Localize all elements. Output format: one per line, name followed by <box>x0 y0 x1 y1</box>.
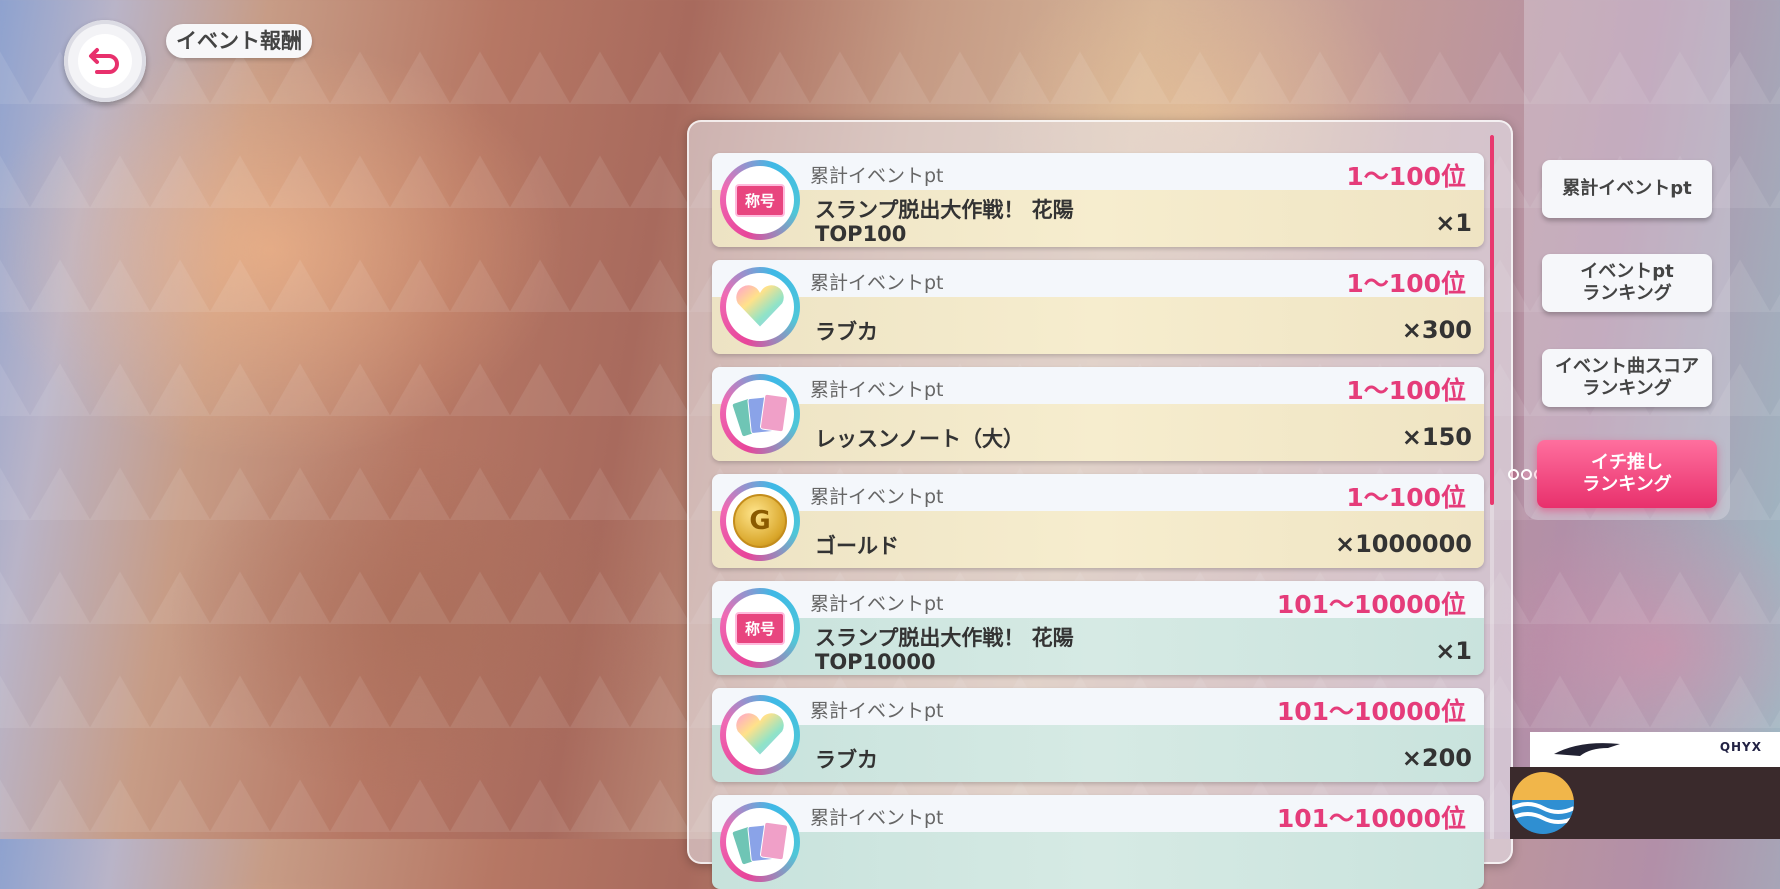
reward-rank-range: 1～100位 <box>1346 376 1466 405</box>
reward-row[interactable]: 称号 累計イベントpt 101～10000位 スランプ脱出大作戦！ 花陽 TOP1… <box>712 581 1484 675</box>
reward-row[interactable]: 累計イベントpt 1～100位 ラブカ ×300 <box>712 260 1484 354</box>
lesson-note-icon <box>720 374 800 454</box>
reward-name: レッスンノート（大） <box>815 427 1024 451</box>
reward-quantity: ×1000000 <box>1334 530 1472 558</box>
reward-row[interactable]: 累計イベントpt 101～10000位 ラブカ ×200 <box>712 688 1484 782</box>
reward-condition: 累計イベントpt <box>810 165 944 187</box>
title-badge-label: 称号 <box>734 611 785 645</box>
reward-condition: 累計イベントpt <box>810 700 944 722</box>
reward-row[interactable]: G 累計イベントpt 1～100位 ゴールド ×1000000 <box>712 474 1484 568</box>
reward-name: ラブカ <box>815 320 878 344</box>
title-badge-label: 称号 <box>734 183 785 217</box>
reward-row-body <box>712 832 1484 889</box>
gold-coin-icon: G <box>720 481 800 561</box>
reward-condition: 累計イベントpt <box>810 486 944 508</box>
reward-quantity: ×200 <box>1401 744 1472 772</box>
reward-condition: 累計イベントpt <box>810 807 944 829</box>
reward-quantity: ×150 <box>1401 423 1472 451</box>
back-arrow-icon <box>78 34 132 88</box>
reward-name: スランプ脱出大作戦！ 花陽 TOP10000 <box>815 626 1074 674</box>
reward-name: スランプ脱出大作戦！ 花陽 TOP100 <box>815 198 1074 246</box>
reward-condition: 累計イベントpt <box>810 593 944 615</box>
reward-condition: 累計イベントpt <box>810 379 944 401</box>
reward-rank-range: 1～100位 <box>1346 269 1466 298</box>
love-gem-icon <box>720 695 800 775</box>
reward-quantity: ×300 <box>1401 316 1472 344</box>
reward-row[interactable]: 称号 累計イベントpt 1～100位 スランプ脱出大作戦！ 花陽 TOP100 ×… <box>712 153 1484 247</box>
reward-condition: 累計イベントpt <box>810 272 944 294</box>
category-tab[interactable]: イベント曲スコア ランキング <box>1542 349 1712 407</box>
reward-rank-range: 1～100位 <box>1346 483 1466 512</box>
love-gem-icon <box>720 267 800 347</box>
watermark-logo-text: QHYX <box>1719 740 1762 754</box>
title-badge-icon: 称号 <box>720 588 800 668</box>
watermark-logo-icon <box>1512 772 1574 834</box>
reward-quantity: ×1 <box>1435 209 1472 237</box>
reward-rank-range: 101～10000位 <box>1276 697 1466 726</box>
category-tab[interactable]: 累計イベントpt <box>1542 160 1712 218</box>
reward-rank-range: 101～10000位 <box>1276 590 1466 619</box>
category-tab[interactable]: イチ推し ランキング <box>1537 440 1717 508</box>
back-button[interactable] <box>64 20 146 102</box>
reward-row[interactable]: 累計イベントpt 101～10000位 <box>712 795 1484 889</box>
lesson-note-icon <box>720 802 800 882</box>
scrollbar-thumb[interactable] <box>1490 135 1494 505</box>
reward-rank-range: 101～10000位 <box>1276 804 1466 833</box>
reward-quantity: ×1 <box>1435 637 1472 665</box>
reward-name: ラブカ <box>815 748 878 772</box>
category-tab[interactable]: イベントpt ランキング <box>1542 254 1712 312</box>
reward-row[interactable]: 累計イベントpt 1～100位 レッスンノート（大） ×150 <box>712 367 1484 461</box>
screen-title: イベント報酬 <box>166 24 312 58</box>
gold-coin-label: G <box>733 494 787 548</box>
title-badge-icon: 称号 <box>720 160 800 240</box>
watermark-card: QHYX <box>1530 732 1780 770</box>
reward-name: ゴールド <box>815 534 899 558</box>
reward-rank-range: 1～100位 <box>1346 162 1466 191</box>
